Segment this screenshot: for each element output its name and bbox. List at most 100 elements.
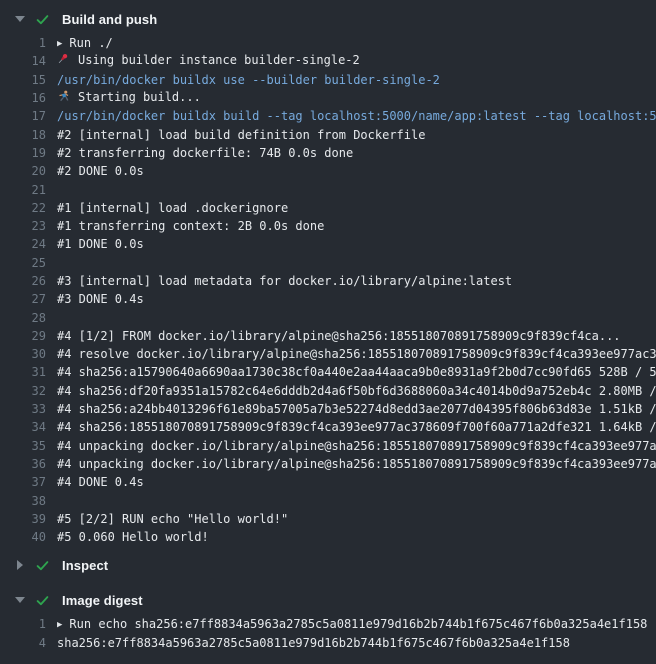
collapse-toggle-icon[interactable] [14,597,26,603]
check-icon [35,593,50,608]
expand-toggle-icon[interactable] [14,560,26,570]
log-text: #5 [2/2] RUN echo "Hello world!" [57,512,656,526]
log-line: 14 Using builder instance builder-single-… [0,52,656,70]
actions-log-viewer: Build and push 1▶Run ./14Using builder i… [0,6,656,664]
log-text: #4 resolve docker.io/library/alpine@sha2… [57,347,656,361]
line-number[interactable]: 22 [0,201,46,215]
log-line: 27 #3 DONE 0.4s [0,290,656,308]
line-number[interactable]: 36 [0,457,46,471]
log-text: Using builder instance builder-single-2 [57,53,656,69]
log-line: 16 Starting build... [0,89,656,107]
pushpin-icon [57,53,71,69]
collapse-toggle-icon[interactable] [14,16,26,22]
log-line: 23 #1 transferring context: 2B 0.0s done [0,217,656,235]
log-line: 1▶Run ./ [0,34,656,52]
line-number[interactable]: 38 [0,494,46,508]
line-number[interactable]: 40 [0,530,46,544]
log-line: 21 [0,180,656,198]
log-line: 20 #2 DONE 0.0s [0,162,656,180]
log-text: #3 [internal] load metadata for docker.i… [57,274,656,288]
line-number[interactable]: 32 [0,384,46,398]
runner-icon [57,90,71,106]
line-number[interactable]: 31 [0,365,46,379]
log-line: 37 #4 DONE 0.4s [0,473,656,491]
section-inspect: Inspect [0,552,656,578]
log-line: 33 #4 sha256:a24bb4013296f61e89ba57005a7b… [0,400,656,418]
section-header-image-digest[interactable]: Image digest [0,587,656,613]
line-number[interactable]: 34 [0,420,46,434]
section-title: Inspect [62,558,108,573]
line-number[interactable]: 35 [0,439,46,453]
line-number[interactable]: 33 [0,402,46,416]
log-line: 39 #5 [2/2] RUN echo "Hello world!" [0,510,656,528]
section-title: Image digest [62,593,143,608]
section-title: Build and push [62,12,157,27]
line-number[interactable]: 29 [0,329,46,343]
line-number[interactable]: 14 [0,54,46,68]
log-text-command: /usr/bin/docker buildx build --tag local… [57,109,656,123]
log-text: #5 0.060 Hello world! [57,530,656,544]
line-number[interactable]: 30 [0,347,46,361]
line-number[interactable]: 17 [0,109,46,123]
line-number[interactable]: 1 [0,36,46,50]
log-text: #4 unpacking docker.io/library/alpine@sh… [57,457,656,471]
line-number[interactable]: 26 [0,274,46,288]
log-line: 34 #4 sha256:185518070891758909c9f839cf4c… [0,418,656,436]
log-text: #4 sha256:df20fa9351a15782c64e6dddb2d4a6… [57,384,656,398]
log-line: 1 ▶Run echo sha256:e7ff8834a5963a2785c5a0… [0,615,656,633]
log-line: 4 sha256:e7ff8834a5963a2785c5a0811e979d16… [0,634,656,652]
log-line: 31 #4 sha256:a15790640a6690aa1730c38cf0a4… [0,363,656,381]
log-text: sha256:e7ff8834a5963a2785c5a0811e979d16b… [57,636,656,650]
log-text-command: /usr/bin/docker buildx use --builder bui… [57,73,656,87]
log-text: #4 sha256:185518070891758909c9f839cf4ca3… [57,420,656,434]
log-line: 36 #4 unpacking docker.io/library/alpine@… [0,455,656,473]
line-number[interactable]: 20 [0,164,46,178]
line-number[interactable]: 23 [0,219,46,233]
line-number[interactable]: 25 [0,256,46,270]
line-number[interactable]: 19 [0,146,46,160]
line-number[interactable]: 37 [0,475,46,489]
log-text: #4 unpacking docker.io/library/alpine@sh… [57,439,656,453]
line-number[interactable]: 16 [0,91,46,105]
log-line: 19 #2 transferring dockerfile: 74B 0.0s d… [0,144,656,162]
log-line: 25 [0,254,656,272]
log-line: 30 #4 resolve docker.io/library/alpine@sh… [0,345,656,363]
line-number[interactable]: 24 [0,237,46,251]
section-image-digest: Image digest 1 ▶Run echo sha256:e7ff8834a… [0,587,656,656]
log-line: 24#1 DONE 0.0s [0,235,656,253]
line-number[interactable]: 1 [0,617,46,631]
section-header-inspect[interactable]: Inspect [0,552,656,578]
log-line: 26 #3 [internal] load metadata for docker… [0,272,656,290]
log-text: Starting build... [57,90,656,106]
line-number[interactable]: 39 [0,512,46,526]
line-number[interactable]: 4 [0,636,46,650]
log-text: #2 transferring dockerfile: 74B 0.0s don… [57,146,656,160]
log-text: #4 [1/2] FROM docker.io/library/alpine@s… [57,329,656,343]
log-lines-build-and-push: 1▶Run ./14Using builder instance builder… [0,32,656,550]
line-number[interactable]: 15 [0,73,46,87]
log-line: 35 #4 unpacking docker.io/library/alpine@… [0,437,656,455]
log-line: 40 #5 0.060 Hello world! [0,528,656,546]
check-icon [35,12,50,27]
section-header-build-and-push[interactable]: Build and push [0,6,656,32]
log-text: #1 transferring context: 2B 0.0s done [57,219,656,233]
log-text: #4 DONE 0.4s [57,475,656,489]
log-text: #2 DONE 0.0s [57,164,656,178]
log-line: 38 [0,491,656,509]
line-number[interactable]: 21 [0,183,46,197]
log-text: #4 sha256:a15790640a6690aa1730c38cf0a440… [57,365,656,379]
expand-line-toggle-icon[interactable]: ▶ [57,39,62,49]
log-line: 32 #4 sha256:df20fa9351a15782c64e6dddb2d4… [0,382,656,400]
log-text: #3 DONE 0.4s [57,292,656,306]
log-line: 18#2 [internal] load build definition fr… [0,125,656,143]
line-number[interactable]: 27 [0,292,46,306]
line-number[interactable]: 18 [0,128,46,142]
section-build-and-push: Build and push 1▶Run ./14Using builder i… [0,6,656,550]
log-line: 15/usr/bin/docker buildx use --builder b… [0,71,656,89]
line-number[interactable]: 28 [0,311,46,325]
log-line: 22#1 [internal] load .dockerignore [0,199,656,217]
check-icon [35,558,50,573]
expand-line-toggle-icon[interactable]: ▶ [57,620,62,630]
log-text: #4 sha256:a24bb4013296f61e89ba57005a7b3e… [57,402,656,416]
log-text: ▶Run echo sha256:e7ff8834a5963a2785c5a08… [57,617,656,631]
